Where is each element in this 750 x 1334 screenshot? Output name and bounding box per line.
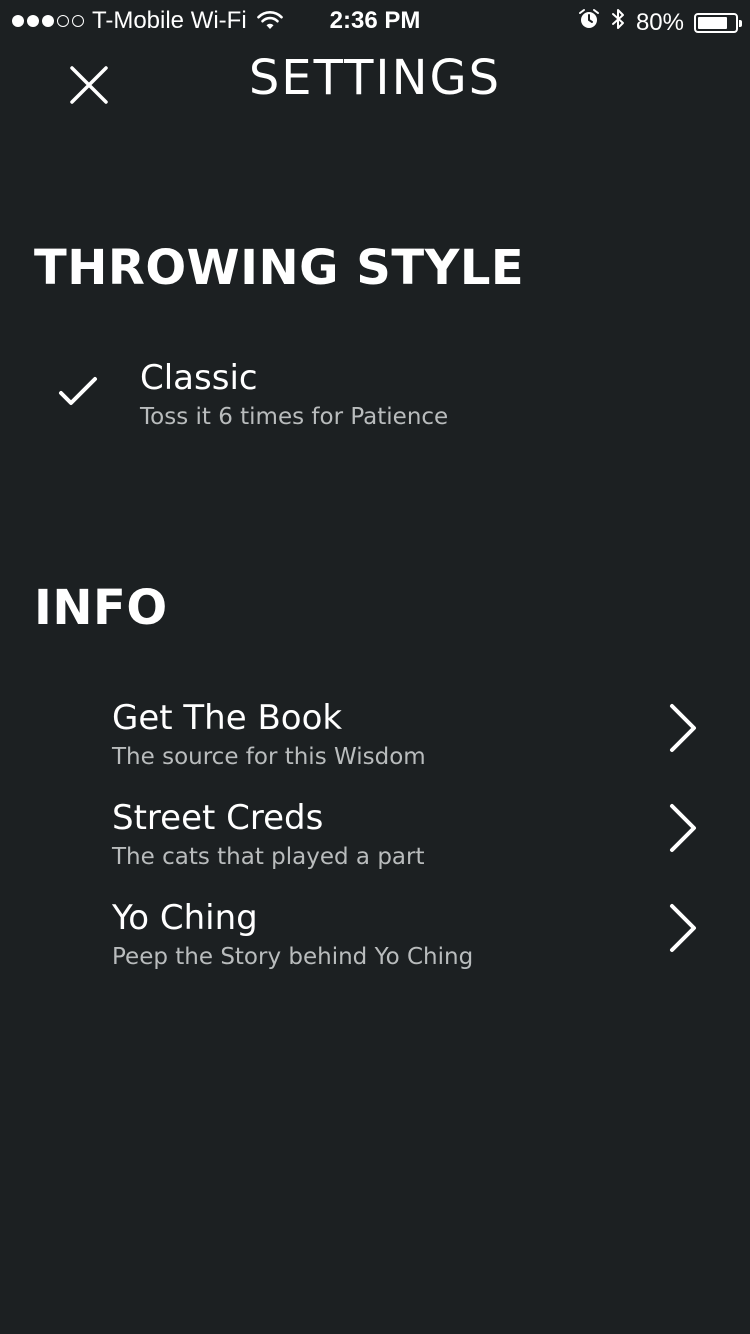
info-item-title: Yo Ching [112, 898, 258, 938]
alarm-icon [578, 8, 600, 37]
info-item-subtitle: The cats that played a part [112, 844, 425, 870]
info-heading: INFO [34, 580, 168, 636]
info-item-title: Get The Book [112, 698, 343, 738]
info-item-title: Street Creds [112, 798, 324, 838]
info-item-street-creds[interactable]: Street Creds The cats that played a part [0, 798, 750, 894]
bluetooth-icon [610, 7, 626, 38]
throwing-style-option-classic[interactable]: Classic Toss it 6 times for Patience [0, 350, 750, 450]
chevron-right-icon [670, 804, 696, 852]
info-item-get-the-book[interactable]: Get The Book The source for this Wisdom [0, 698, 750, 794]
option-title: Classic [140, 358, 258, 398]
page-title: SETTINGS [248, 50, 502, 106]
checkmark-icon [59, 377, 97, 405]
battery-percent: 80% [635, 8, 684, 36]
battery-icon [694, 12, 742, 33]
status-right: 80% [578, 7, 742, 38]
info-item-subtitle: Peep the Story behind Yo Ching [112, 944, 474, 970]
chevron-right-icon [670, 704, 696, 752]
battery-fill [698, 16, 727, 29]
info-item-yo-ching[interactable]: Yo Ching Peep the Story behind Yo Ching [0, 898, 750, 994]
throwing-style-heading: THROWING STYLE [34, 240, 525, 296]
status-bar: T-Mobile Wi-Fi 2:36 PM 80% [0, 0, 750, 40]
option-subtitle: Toss it 6 times for Patience [140, 404, 449, 430]
chevron-right-icon [670, 904, 696, 952]
info-item-subtitle: The source for this Wisdom [112, 744, 426, 770]
